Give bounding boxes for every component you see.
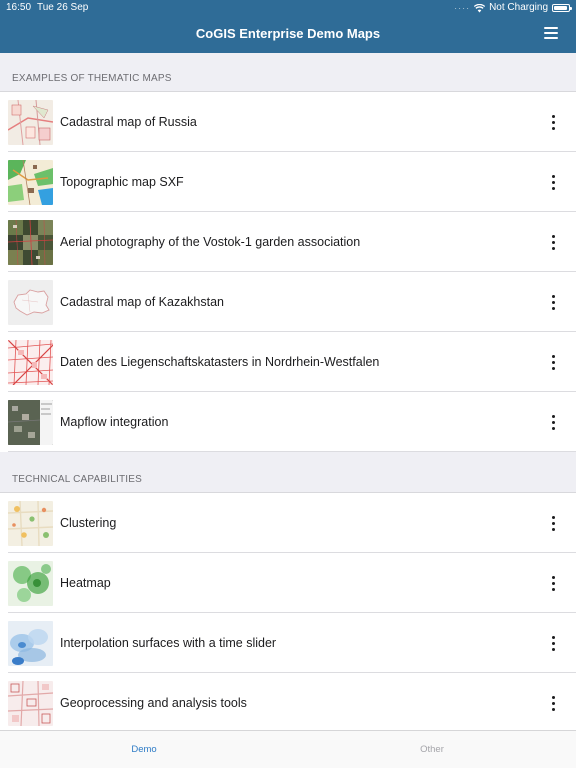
list-item[interactable]: Mapflow integration [0,392,576,452]
status-date: Tue 26 Sep [37,2,89,13]
status-right: ···· Not Charging [454,0,572,16]
kazakhstan-outline-thumbnail [8,279,53,325]
geoprocessing-thumbnail [8,680,53,726]
more-options-icon[interactable] [543,628,563,658]
status-time: 16:50 [6,2,32,13]
list-item[interactable]: Heatmap [0,553,576,613]
more-options-icon[interactable] [543,568,563,598]
signal-icon: ···· [454,3,471,13]
list-item-label: Cadastral map of Kazakhstan [60,295,224,309]
list-item[interactable]: Aerial photography of the Vostok-1 garde… [0,212,576,272]
list-item-label: Heatmap [60,576,111,590]
status-bar: 16:50 Tue 26 Sep ···· Not Charging [0,0,576,16]
list-item-label: Interpolation surfaces with a time slide… [60,636,277,650]
more-options-icon[interactable] [543,107,563,137]
tab-bar: Demo Other [0,730,576,768]
list-item-label: Aerial photography of the Vostok-1 garde… [60,235,361,249]
more-options-icon[interactable] [543,167,563,197]
topographic-thumbnail [8,159,53,205]
list-item-label: Geoprocessing and analysis tools [60,696,247,710]
more-options-icon[interactable] [543,407,563,437]
list-item[interactable]: Clustering [0,493,576,553]
app-header: 16:50 Tue 26 Sep ···· Not Charging CoGIS… [0,0,576,53]
heatmap-thumbnail [8,560,53,606]
clustering-thumbnail [8,500,53,546]
list-item[interactable]: Daten des Liegenschaftskatasters in Nord… [0,332,576,392]
list-item[interactable]: Cadastral map of Russia [0,92,576,152]
more-options-icon[interactable] [543,287,563,317]
tab-other[interactable]: Other [288,731,576,768]
section-header-technical: TECHNICAL CAPABILITIES [12,474,142,485]
battery-icon [552,4,572,12]
list-item[interactable]: Interpolation surfaces with a time slide… [0,613,576,673]
list-item[interactable]: Geoprocessing and analysis tools [0,673,576,730]
list-item-label: Cadastral map of Russia [60,115,197,129]
list-item[interactable]: Topographic map SXF [0,152,576,212]
tab-demo[interactable]: Demo [0,731,288,768]
interpolation-thumbnail [8,620,53,666]
nrw-cadastre-thumbnail [8,339,53,385]
list-item-label: Daten des Liegenschaftskatasters in Nord… [60,355,380,369]
section-header-thematic: EXAMPLES OF THEMATIC MAPS [12,73,172,84]
thematic-maps-list: Cadastral map of Russia Topographic map … [0,91,576,452]
content-scroll[interactable]: EXAMPLES OF THEMATIC MAPS Cadastral map … [0,53,576,730]
more-options-icon[interactable] [543,688,563,718]
menu-icon[interactable] [544,27,558,39]
more-options-icon[interactable] [543,227,563,257]
list-item[interactable]: Cadastral map of Kazakhstan [0,272,576,332]
cadastral-russia-thumbnail [8,99,53,145]
mapflow-thumbnail [8,399,53,445]
more-options-icon[interactable] [543,508,563,538]
more-options-icon[interactable] [543,347,563,377]
aerial-photo-thumbnail [8,219,53,265]
charging-status: Not Charging [489,2,548,13]
list-item-label: Topographic map SXF [60,175,184,189]
wifi-icon [474,3,486,12]
technical-capabilities-list: Clustering Heatmap Interpolation surface… [0,492,576,730]
list-item-label: Mapflow integration [60,415,169,429]
list-item-label: Clustering [60,516,117,530]
page-title: CoGIS Enterprise Demo Maps [195,26,381,41]
